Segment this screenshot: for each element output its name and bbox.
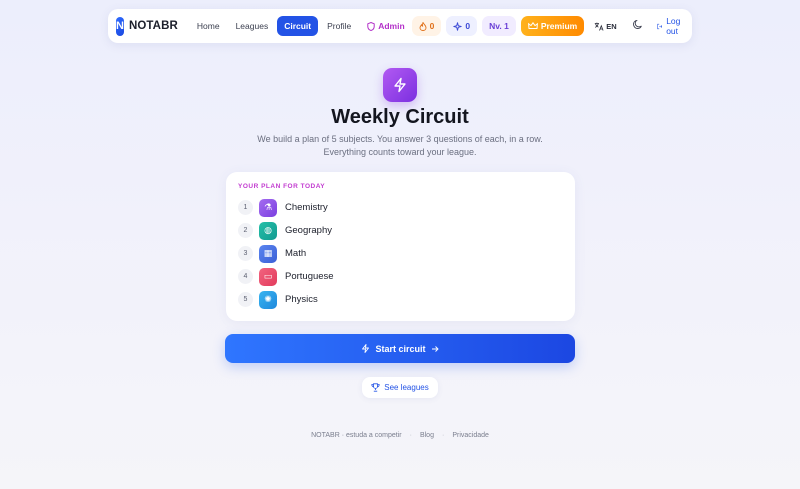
trophy-icon <box>371 383 380 392</box>
crown-icon <box>527 22 538 29</box>
footer-privacy-link[interactable]: Privacidade <box>452 432 489 439</box>
nav-profile[interactable]: Profile <box>320 16 358 36</box>
plan-item-number: 5 <box>238 292 253 307</box>
plan-item-number: 3 <box>238 246 253 261</box>
see-leagues-label: See leagues <box>384 383 429 392</box>
footer: NOTABR · estuda a competir · Blog · Priv… <box>0 432 800 439</box>
logout-label: Log out <box>666 16 681 36</box>
streak-badge[interactable]: 0 <box>411 16 442 36</box>
footer-blog-link[interactable]: Blog <box>420 432 434 439</box>
logout-icon <box>656 23 663 29</box>
start-circuit-label: Start circuit <box>375 343 426 354</box>
lightning-icon <box>394 77 406 93</box>
nav-circuit[interactable]: Circuit <box>277 16 319 36</box>
plan-item-number: 4 <box>238 269 253 284</box>
flame-icon <box>419 21 427 31</box>
plan-item-name: Math <box>285 248 307 259</box>
start-circuit-button[interactable]: Start circuit <box>225 334 575 363</box>
xp-count: 0 <box>465 21 471 31</box>
footer-separator: · <box>409 432 412 439</box>
plan-item-name: Portuguese <box>285 271 334 282</box>
arrow-right-icon <box>431 345 439 352</box>
plan-item: 2 ◍ Geography <box>238 219 563 242</box>
plan-item-number: 2 <box>238 223 253 238</box>
nav-links: Home Leagues Circuit Profile Admin <box>190 16 412 36</box>
moon-icon <box>632 19 642 29</box>
nav-home[interactable]: Home <box>190 16 227 36</box>
xp-badge[interactable]: 0 <box>446 16 478 36</box>
theme-toggle[interactable] <box>627 19 648 32</box>
nav-right: 0 0 Nv. 1 Premium EN Log out <box>411 16 688 36</box>
subtitle-line-2: Everything counts toward your league. <box>323 147 477 157</box>
plan-item-name: Physics <box>285 294 318 305</box>
book-icon: ▭ <box>259 267 277 286</box>
plan-list: 1 ⚗ Chemistry 2 ◍ Geography 3 ▦ Math 4 ▭… <box>238 196 563 311</box>
logo-letter: N <box>116 20 124 32</box>
plan-card: YOUR PLAN FOR TODAY 1 ⚗ Chemistry 2 ◍ Ge… <box>226 172 575 321</box>
nav-admin[interactable]: Admin <box>360 16 411 36</box>
plan-item-number: 1 <box>238 200 253 215</box>
atom-icon: ✺ <box>259 290 277 309</box>
lightning-icon <box>362 344 370 353</box>
logout-button[interactable]: Log out <box>653 16 688 36</box>
translate-icon <box>595 22 604 31</box>
nav-leagues[interactable]: Leagues <box>229 16 276 36</box>
premium-button[interactable]: Premium <box>520 16 585 36</box>
plan-label: YOUR PLAN FOR TODAY <box>238 183 326 190</box>
sparkle-icon <box>453 21 463 31</box>
top-navbar: N NOTABR Home Leagues Circuit Profile Ad… <box>108 9 692 43</box>
logo-text[interactable]: NOTABR <box>129 20 178 32</box>
nav-admin-label: Admin <box>378 21 405 31</box>
globe-icon: ◍ <box>259 221 277 240</box>
language-switch[interactable]: EN <box>589 22 621 31</box>
circuit-hero-icon <box>383 68 417 102</box>
footer-separator: · <box>441 432 445 439</box>
level-badge[interactable]: Nv. 1 <box>482 16 516 36</box>
see-leagues-button[interactable]: See leagues <box>362 377 438 398</box>
plan-item: 3 ▦ Math <box>238 242 563 265</box>
streak-count: 0 <box>429 21 435 31</box>
plan-item: 4 ▭ Portuguese <box>238 265 563 288</box>
plan-item-name: Geography <box>285 225 333 236</box>
premium-label: Premium <box>540 21 578 31</box>
language-label: EN <box>606 21 617 31</box>
calculator-icon: ▦ <box>259 244 277 263</box>
subtitle-line-1: We build a plan of 5 subjects. You answe… <box>257 134 543 144</box>
shield-icon <box>367 21 375 31</box>
page-subtitle: We build a plan of 5 subjects. You answe… <box>240 133 560 159</box>
plan-item-name: Chemistry <box>285 202 328 213</box>
plan-item: 5 ✺ Physics <box>238 288 563 311</box>
page-title: Weekly Circuit <box>331 106 469 128</box>
logo-mark[interactable]: N <box>116 16 124 36</box>
plan-item: 1 ⚗ Chemistry <box>238 196 563 219</box>
footer-brand: NOTABR · estuda a competir <box>311 432 402 439</box>
flask-icon: ⚗ <box>259 198 277 217</box>
